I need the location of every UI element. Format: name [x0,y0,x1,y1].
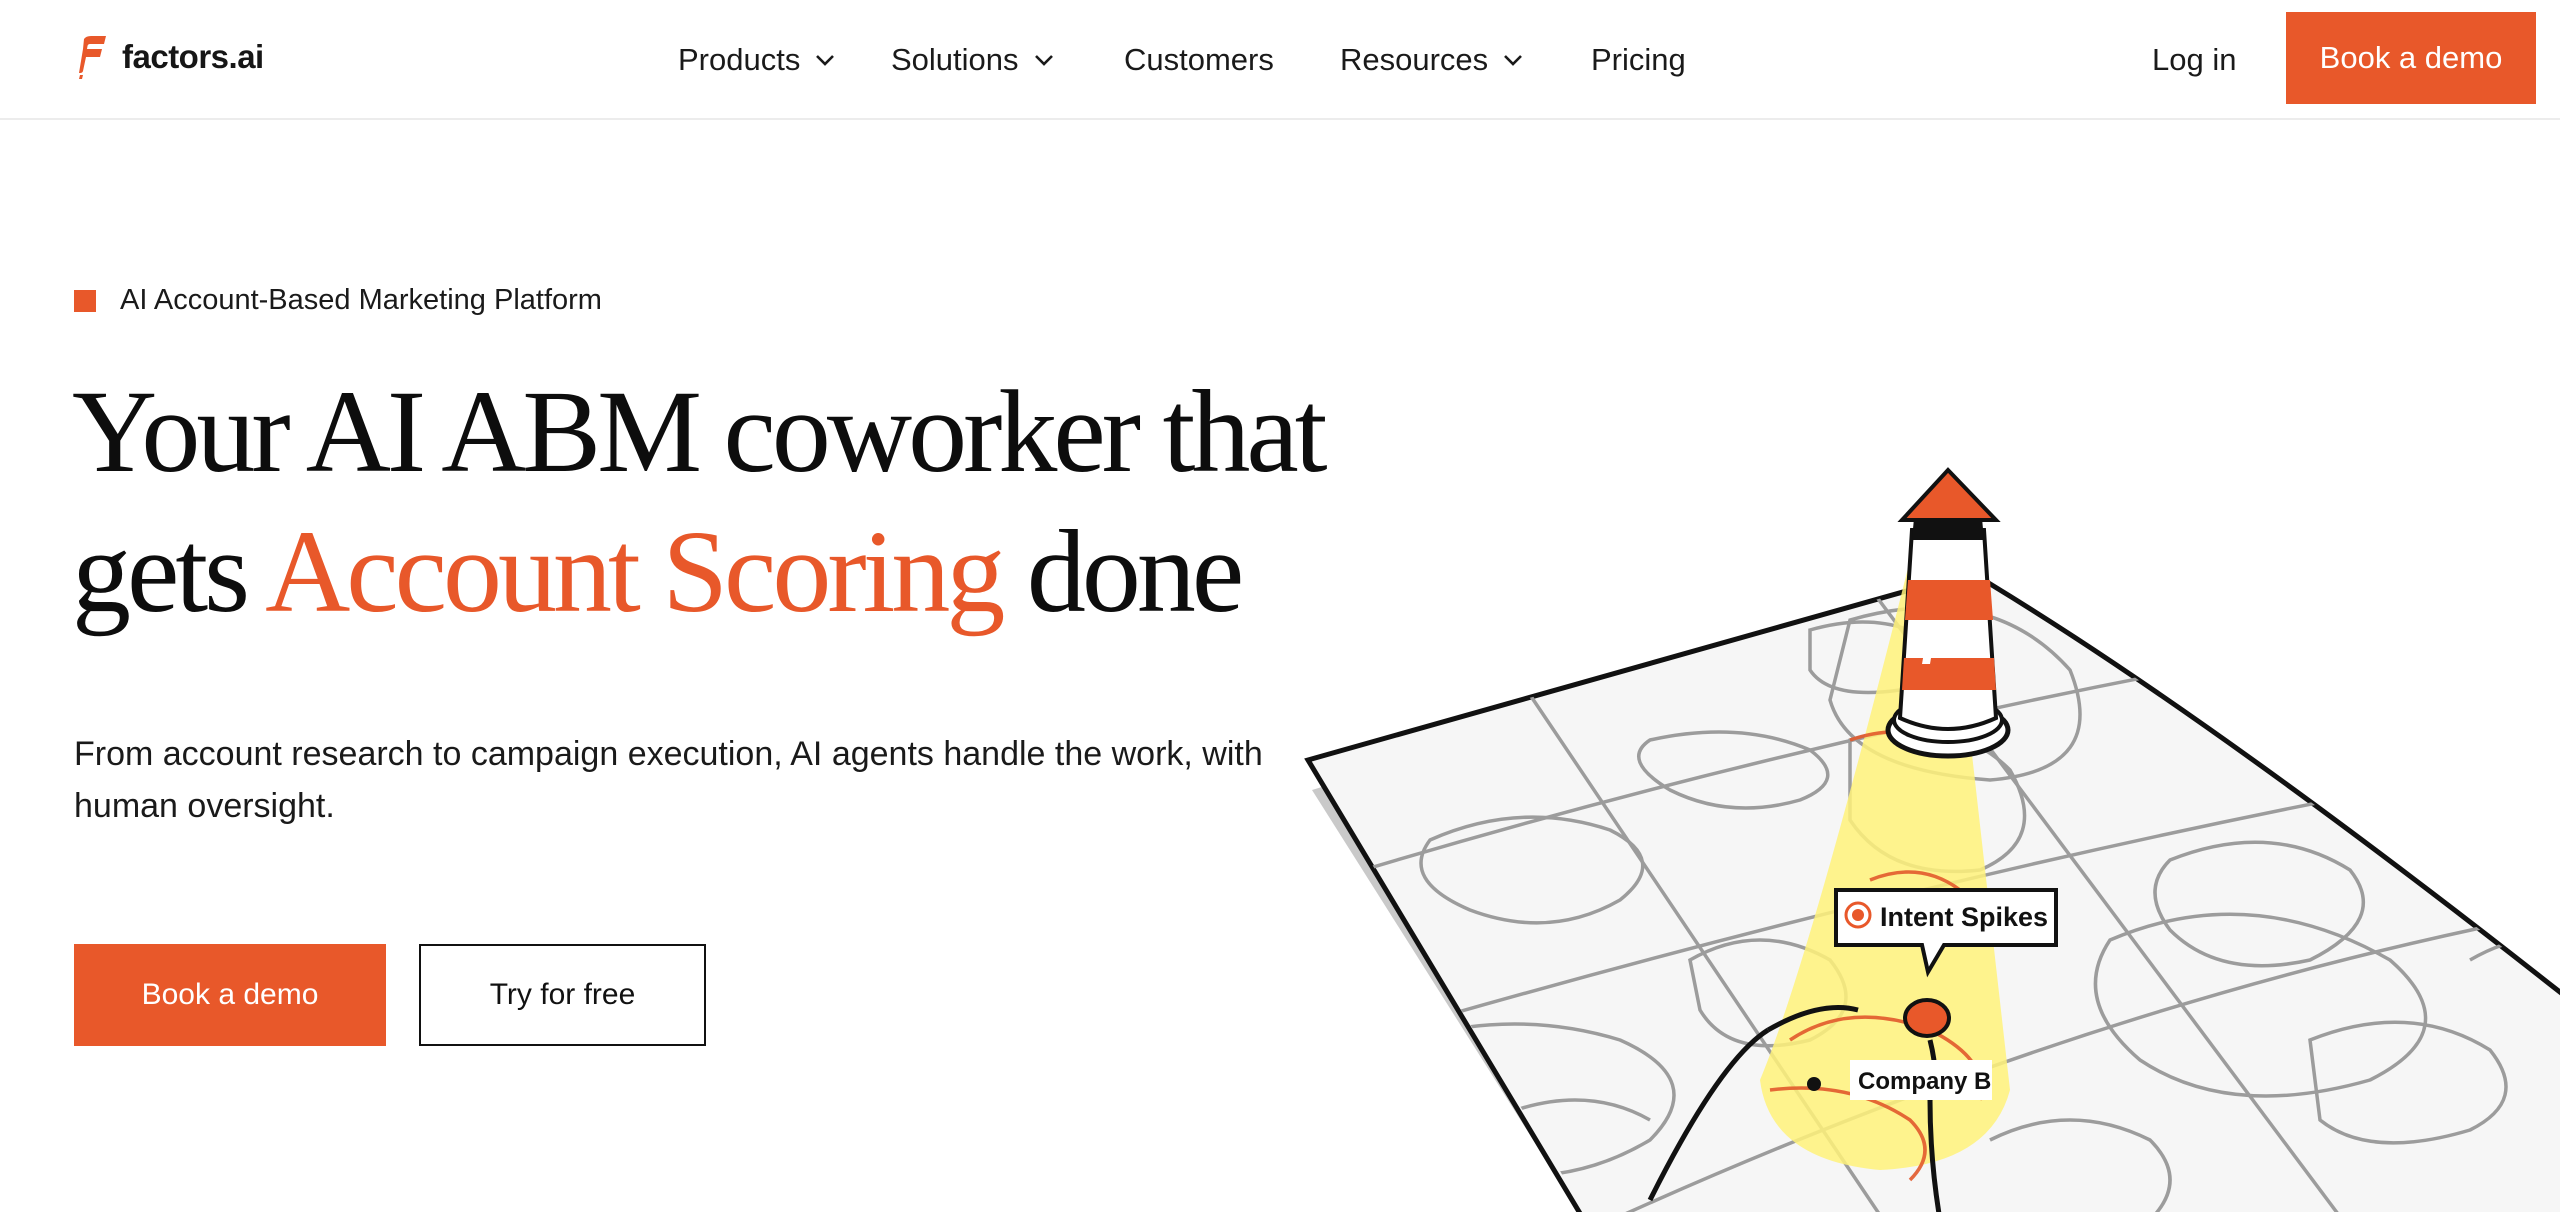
nav-resources-label: Resources [1340,42,1489,77]
chevron-down-icon [1034,55,1053,66]
square-bullet-icon [74,289,96,312]
eyebrow-text: AI Account-Based Marketing Platform [120,284,602,316]
headline-prefix: gets [72,506,250,637]
nav-pricing[interactable]: Pricing [1591,0,1686,120]
hero-book-demo-button[interactable]: Book a demo [74,944,386,1046]
chevron-down-icon [816,55,835,66]
nav-solutions[interactable]: Solutions [891,0,1055,120]
login-link[interactable]: Log in [2152,0,2236,120]
header-book-demo-button[interactable]: Book a demo [2286,12,2536,104]
nav-customers[interactable]: Customers [1124,0,1274,120]
headline-accent: Account Scoring [265,506,1005,637]
nav-customers-label: Customers [1124,42,1274,77]
nav-solutions-label: Solutions [891,42,1019,77]
hero-subtext: From account research to campaign execut… [74,735,1263,825]
lighthouse-map-illustration: Intent Spikes Company B [1304,467,2560,1212]
lighthouse-icon [1885,467,2011,759]
site-header: factors.ai Products Solutions Customers … [0,0,2560,120]
nav-products[interactable]: Products [678,0,836,120]
company-b-tag: Company B [1850,1060,1992,1100]
intent-spikes-label: Intent Spikes [1880,902,2048,932]
headline-suffix: done [1026,506,1244,637]
nav-products-label: Products [678,42,801,77]
factors-logo-icon [79,36,106,79]
company-b-label: Company B [1858,1068,1991,1095]
hero-eyebrow: AI Account-Based Marketing Platform [74,284,602,317]
brand-logo[interactable]: factors.ai [78,34,264,80]
chevron-down-icon [1504,55,1523,66]
nav-resources[interactable]: Resources [1340,0,1524,120]
try-for-free-button[interactable]: Try for free [419,944,706,1046]
nav-pricing-label: Pricing [1591,42,1686,77]
brand-name: factors.ai [122,38,264,75]
